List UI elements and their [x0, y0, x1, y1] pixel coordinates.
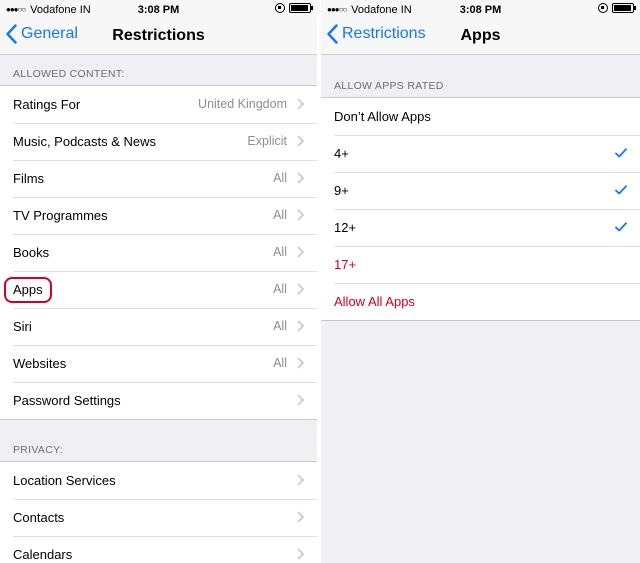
option-label: 17+ — [334, 257, 357, 272]
row-detail: All — [273, 208, 287, 222]
row-films[interactable]: Films All — [0, 160, 317, 197]
battery-icon — [289, 3, 313, 13]
chevron-right-icon — [297, 548, 304, 560]
checkmark-icon — [615, 185, 627, 195]
chevron-right-icon — [297, 511, 304, 523]
option-label: 12+ — [334, 220, 357, 235]
status-bar: ●●●○○ Vodafone IN 3:08 PM — [321, 0, 640, 20]
chevron-left-icon — [6, 24, 17, 44]
battery-icon — [612, 3, 636, 13]
row-detail: All — [273, 282, 287, 296]
back-label: General — [21, 25, 78, 42]
rotation-lock-icon — [598, 3, 608, 13]
back-button-restrictions[interactable]: Restrictions — [327, 24, 426, 44]
row-tv-programmes[interactable]: TV Programmes All — [0, 197, 317, 234]
row-label: Apps — [13, 282, 43, 297]
chevron-right-icon — [297, 98, 304, 110]
option-label: Don’t Allow Apps — [334, 109, 431, 124]
option-dont-allow-apps[interactable]: Don’t Allow Apps — [321, 98, 640, 135]
option-4-plus[interactable]: 4+ — [321, 135, 640, 172]
privacy-list: Location Services Contacts Calendars — [0, 461, 317, 563]
option-allow-all-apps[interactable]: Allow All Apps — [321, 283, 640, 320]
row-label: Films — [13, 171, 45, 186]
row-music-podcasts-news[interactable]: Music, Podcasts & News Explicit — [0, 123, 317, 160]
row-label: Location Services — [13, 473, 116, 488]
row-detail: All — [273, 356, 287, 370]
back-button-general[interactable]: General — [6, 24, 78, 44]
row-siri[interactable]: Siri All — [0, 308, 317, 345]
row-ratings-for[interactable]: Ratings For United Kingdom — [0, 86, 317, 123]
chevron-left-icon — [327, 24, 338, 44]
navigation-bar: General Restrictions — [0, 20, 317, 55]
row-label: Music, Podcasts & News — [13, 134, 157, 149]
apps-restrictions-screen: ●●●○○ Vodafone IN 3:08 PM Restrictions Ap… — [321, 0, 640, 563]
row-label: Ratings For — [13, 97, 81, 112]
rotation-lock-icon — [275, 3, 285, 13]
option-12-plus[interactable]: 12+ — [321, 209, 640, 246]
option-label: 9+ — [334, 183, 349, 198]
chevron-right-icon — [297, 172, 304, 184]
row-label: Siri — [13, 319, 32, 334]
row-label: Books — [13, 245, 50, 260]
allowed-content-list: Ratings For United Kingdom Music, Podcas… — [0, 85, 317, 420]
row-contacts[interactable]: Contacts — [0, 499, 317, 536]
row-detail: All — [273, 171, 287, 185]
row-label: Contacts — [13, 510, 65, 525]
chevron-right-icon — [297, 394, 304, 406]
chevron-right-icon — [297, 209, 304, 221]
checkmark-icon — [615, 222, 627, 232]
option-label: 4+ — [334, 146, 349, 161]
section-header-allowed-content: ALLOWED CONTENT: — [13, 68, 125, 80]
row-websites[interactable]: Websites All — [0, 345, 317, 382]
chevron-right-icon — [297, 135, 304, 147]
row-books[interactable]: Books All — [0, 234, 317, 271]
row-detail: United Kingdom — [198, 97, 287, 111]
navigation-bar: Restrictions Apps — [321, 20, 640, 55]
row-apps[interactable]: Apps All — [0, 271, 317, 308]
row-label: Calendars — [13, 547, 73, 562]
row-password-settings[interactable]: Password Settings — [0, 382, 317, 419]
row-label: Password Settings — [13, 393, 121, 408]
app-rating-list: Don’t Allow Apps 4+ 9+ 12+ 17+ Allow All… — [321, 97, 640, 321]
row-location-services[interactable]: Location Services — [0, 462, 317, 499]
section-header-privacy: PRIVACY: — [13, 444, 64, 456]
section-header-allow-apps-rated: ALLOW APPS RATED — [334, 80, 444, 92]
row-calendars[interactable]: Calendars — [0, 536, 317, 563]
row-label: Websites — [13, 356, 67, 371]
chevron-right-icon — [297, 474, 304, 486]
option-17-plus[interactable]: 17+ — [321, 246, 640, 283]
option-9-plus[interactable]: 9+ — [321, 172, 640, 209]
status-time: 3:08 PM — [459, 4, 502, 16]
status-time: 3:08 PM — [137, 4, 180, 16]
chevron-right-icon — [297, 357, 304, 369]
chevron-right-icon — [297, 246, 304, 258]
status-bar: ●●●○○ Vodafone IN 3:08 PM — [0, 0, 317, 20]
option-label: Allow All Apps — [334, 294, 415, 309]
back-label: Restrictions — [342, 25, 426, 42]
row-detail: Explicit — [247, 134, 287, 148]
row-detail: All — [273, 319, 287, 333]
chevron-right-icon — [297, 283, 304, 295]
checkmark-icon — [615, 148, 627, 158]
chevron-right-icon — [297, 320, 304, 332]
row-label: TV Programmes — [13, 208, 108, 223]
restrictions-screen: ●●●○○ Vodafone IN 3:08 PM General Restric… — [0, 0, 317, 563]
row-detail: All — [273, 245, 287, 259]
